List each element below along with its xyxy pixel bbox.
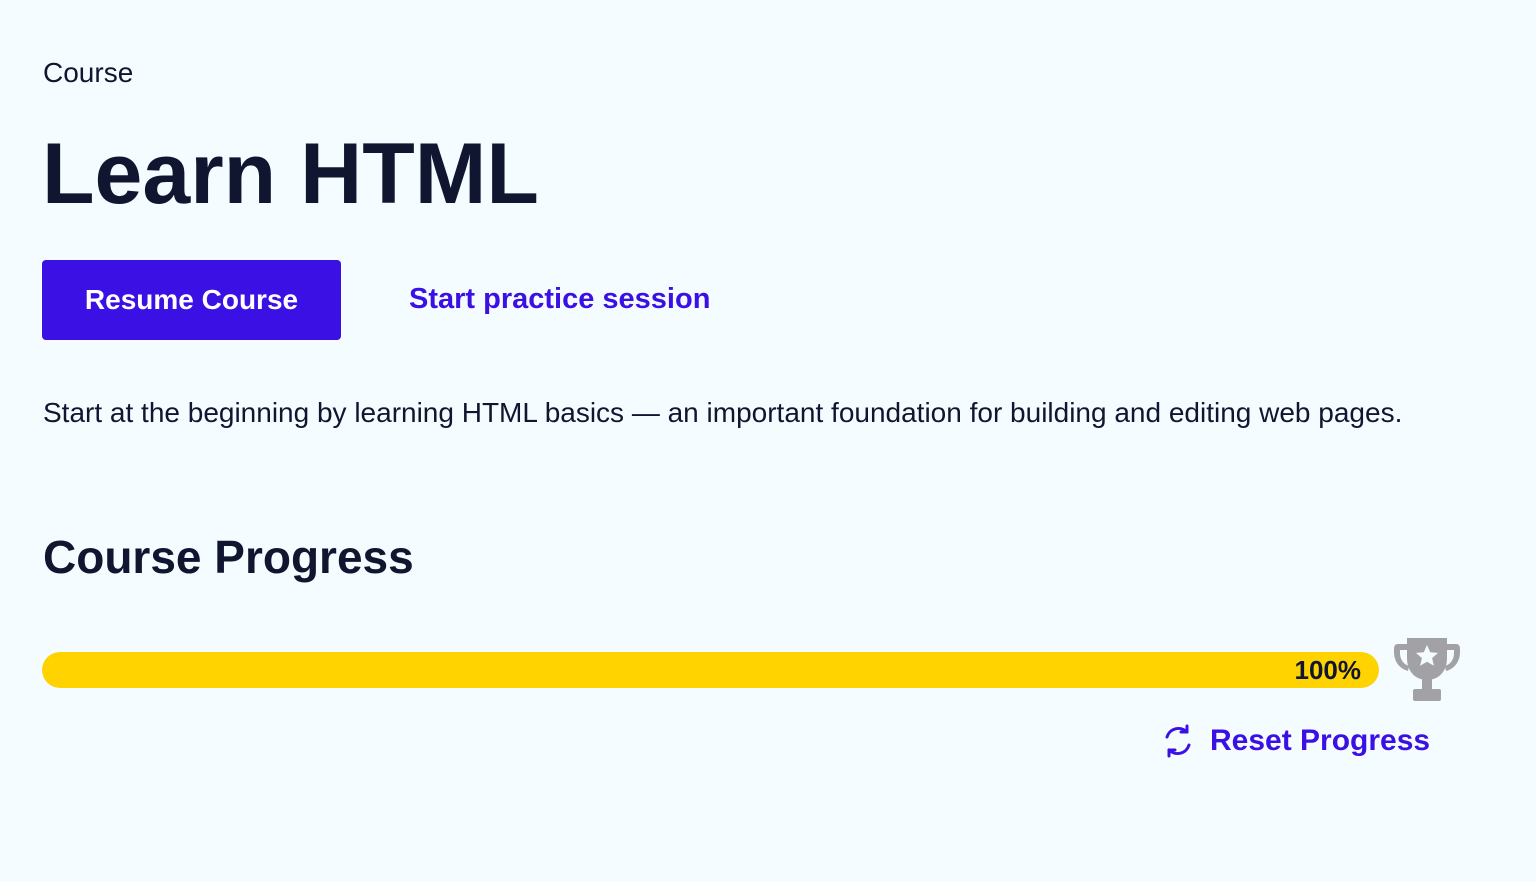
course-page: Course Learn HTML Resume Course Start pr… xyxy=(0,0,1536,882)
progress-percent-label: 100% xyxy=(1294,655,1362,685)
start-practice-session-link[interactable]: Start practice session xyxy=(409,280,710,318)
progress-bar: 100% xyxy=(42,652,1379,688)
progress-bar-fill xyxy=(42,652,1379,688)
course-description: Start at the beginning by learning HTML … xyxy=(43,397,1403,428)
page-title: Learn HTML xyxy=(42,126,539,222)
trophy-icon xyxy=(1394,636,1460,704)
content-type-label: Course xyxy=(43,57,134,88)
reset-progress-button[interactable]: Reset Progress xyxy=(1160,718,1430,764)
reset-progress-label: Reset Progress xyxy=(1210,724,1431,757)
course-progress-heading: Course Progress xyxy=(43,531,414,583)
resume-course-button[interactable]: Resume Course xyxy=(42,260,341,340)
refresh-icon xyxy=(1160,723,1196,759)
